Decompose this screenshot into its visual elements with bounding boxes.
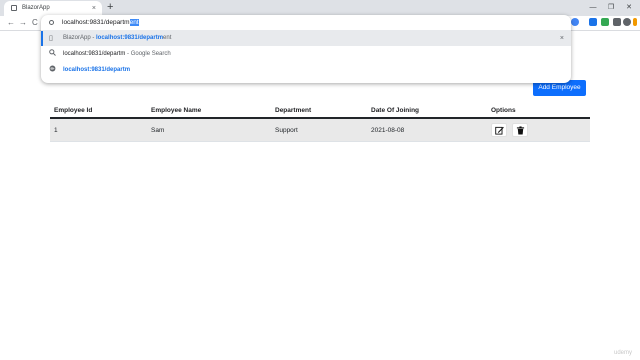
- maximize-icon[interactable]: ❐: [604, 0, 618, 15]
- address-autocomplete: ent: [129, 19, 139, 26]
- cell-options: [487, 118, 590, 142]
- suggestion-query: localhost:9831/departm: [63, 51, 126, 57]
- page-icon: ▯: [49, 35, 53, 42]
- close-window-icon[interactable]: ✕: [622, 0, 636, 15]
- selection-indicator: [41, 31, 43, 46]
- cell-employee-name: Sam: [147, 118, 271, 142]
- omnibox-dropdown: localhost:9831/department ▯ BlazorApp - …: [41, 15, 571, 83]
- reload-icon[interactable]: C: [32, 16, 38, 30]
- profile-icon[interactable]: [623, 18, 631, 26]
- watermark: udemy: [613, 350, 632, 356]
- browser-tab[interactable]: BlazorApp ×: [4, 1, 102, 16]
- edit-icon: [495, 126, 504, 135]
- table-row: 1 Sam Support 2021-08-08: [50, 118, 590, 142]
- back-icon[interactable]: ←: [7, 16, 15, 30]
- delete-icon: [516, 126, 524, 135]
- suggestion-url: localhost:9831/departm: [63, 67, 131, 73]
- employee-table: Employee Id Employee Name Department Dat…: [50, 103, 590, 142]
- site-info-icon[interactable]: [49, 20, 54, 25]
- header-options: Options: [487, 103, 590, 119]
- minimize-icon[interactable]: —: [586, 0, 600, 15]
- cell-date-of-joining: 2021-08-08: [367, 118, 487, 142]
- cell-employee-id: 1: [50, 118, 147, 142]
- address-input[interactable]: localhost:9831/department: [62, 15, 139, 30]
- tab-strip: BlazorApp × + — ❐ ✕: [0, 0, 640, 16]
- suggestion-title: BlazorApp -: [63, 35, 97, 41]
- suggestion-url-suffix: ent: [163, 35, 172, 41]
- edit-button[interactable]: [491, 123, 507, 137]
- address-typed: localhost:9831/departm: [62, 19, 130, 26]
- suggestion-url: localhost:9831/departm: [96, 35, 164, 41]
- header-employee-id: Employee Id: [50, 103, 147, 119]
- header-department: Department: [271, 103, 367, 119]
- extension-icon[interactable]: [589, 18, 597, 26]
- header-date-of-joining: Date Of Joining: [367, 103, 487, 119]
- suggestion-url-open[interactable]: localhost:9831/departm: [41, 63, 571, 78]
- page-icon: [11, 5, 17, 11]
- cell-department: Support: [271, 118, 367, 142]
- tab-close-icon[interactable]: ×: [92, 1, 96, 16]
- delete-button[interactable]: [511, 123, 528, 137]
- table-header-row: Employee Id Employee Name Department Dat…: [50, 103, 590, 119]
- header-employee-name: Employee Name: [147, 103, 271, 119]
- suggestion-history[interactable]: ▯ BlazorApp - localhost:9831/department …: [41, 31, 571, 46]
- globe-icon: [49, 63, 56, 78]
- suggestion-search[interactable]: localhost:9831/departm - Google Search: [41, 47, 571, 62]
- address-bar[interactable]: localhost:9831/department: [41, 15, 571, 30]
- suggestion-secondary: - Google Search: [125, 51, 171, 57]
- puzzle-icon[interactable]: [613, 18, 621, 26]
- forward-icon[interactable]: →: [19, 16, 27, 30]
- new-tab-button[interactable]: +: [107, 0, 113, 15]
- tab-title: BlazorApp: [22, 5, 50, 11]
- search-icon: [49, 47, 56, 62]
- extension-icon[interactable]: [571, 18, 579, 26]
- menu-icon[interactable]: [633, 18, 637, 26]
- extension-icon[interactable]: [601, 18, 609, 26]
- remove-suggestion-icon[interactable]: ×: [560, 31, 564, 46]
